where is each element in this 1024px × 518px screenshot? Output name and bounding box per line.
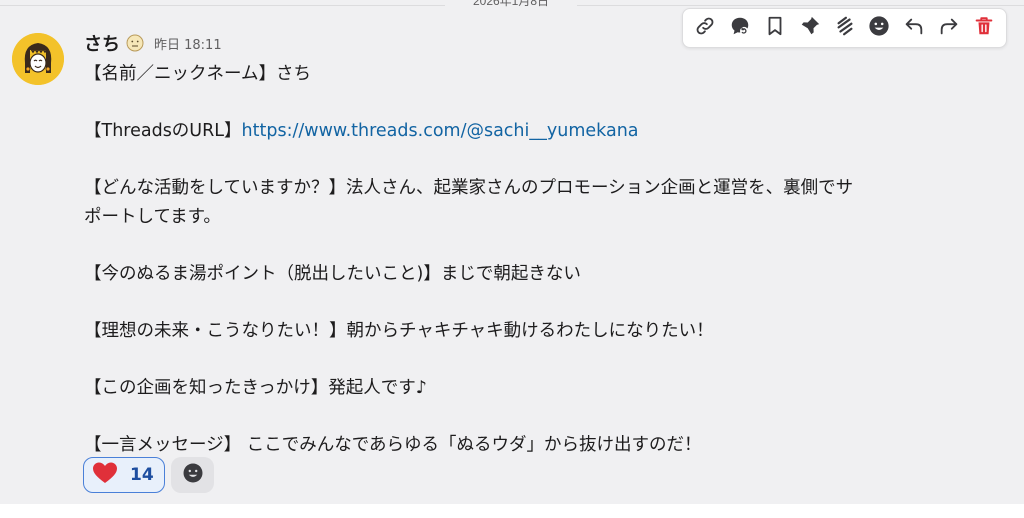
save-button[interactable]: [759, 12, 791, 44]
add-reaction-button[interactable]: [171, 457, 214, 493]
link-icon: [694, 15, 716, 41]
message-line: 【理想の未来・こうなりたい！】朝からチャキチャキ動けるわたしになりたい！: [84, 320, 714, 341]
message-line: [84, 345, 994, 374]
reply-icon: [903, 15, 925, 41]
delete-button[interactable]: [968, 12, 1000, 44]
message-line: 【この企画を知ったきっかけ】発起人です♪: [84, 377, 427, 398]
message-line: [84, 146, 994, 175]
forward-icon: [938, 15, 960, 41]
add-emoji-icon: [182, 462, 204, 488]
threads-link[interactable]: https://www.threads.com/@sachi__yumekana: [242, 121, 639, 141]
date-label[interactable]: 2026年1月8日: [445, 0, 577, 11]
add-reaction-toolbar-button[interactable]: [863, 12, 895, 44]
message-line: [84, 288, 994, 317]
message-line: ポートしてます。: [84, 206, 221, 227]
message-header: さち 昨日 18:11: [84, 31, 222, 55]
avatar[interactable]: [12, 33, 64, 85]
copy-link-button[interactable]: [689, 12, 721, 44]
reactions-bar: 14: [83, 457, 214, 493]
message-body: 【名前／ニックネーム】さち 【ThreadsのURL】https://www.t…: [84, 60, 994, 459]
forward-button[interactable]: [933, 12, 965, 44]
message-line: [84, 402, 994, 431]
pin-button[interactable]: [794, 12, 826, 44]
author-name[interactable]: さち: [84, 30, 120, 56]
face-emoji-icon: [126, 34, 144, 52]
heart-reaction-button[interactable]: 14: [83, 457, 165, 493]
message-line: 【ThreadsのURL】https://www.threads.com/@sa…: [84, 121, 639, 141]
message-line: 【名前／ニックネーム】さち: [84, 64, 311, 84]
heart-icon: [92, 461, 118, 489]
message-line: [84, 89, 994, 118]
emoji-icon: [868, 15, 890, 41]
message-line: 【一言メッセージ】 ここでみんなであらゆる「ぬるウダ」から抜け出すのだ！: [84, 434, 702, 455]
divider-line-left: [0, 5, 445, 6]
message-line: 【どんな活動をしていますか？】法人さん、起業家さんのプロモーション企画と運営を、…: [84, 178, 854, 198]
bookmark-icon: [764, 15, 786, 41]
pin-icon: [799, 15, 821, 41]
stream-icon: [834, 15, 856, 41]
stream-button[interactable]: [829, 12, 861, 44]
reply-button[interactable]: [898, 12, 930, 44]
reply-in-thread-button[interactable]: [724, 12, 756, 44]
reply-thread-icon: [729, 15, 751, 41]
reaction-count: 14: [130, 465, 154, 485]
divider-line-right: [577, 5, 1024, 6]
message-line: [84, 231, 994, 260]
message-line: 【今のぬるま湯ポイント（脱出したいこと)】まじで朝起きない: [84, 263, 581, 284]
message-timestamp[interactable]: 昨日 18:11: [154, 34, 222, 53]
trash-icon: [973, 15, 995, 41]
message-actions-toolbar: [682, 8, 1007, 48]
